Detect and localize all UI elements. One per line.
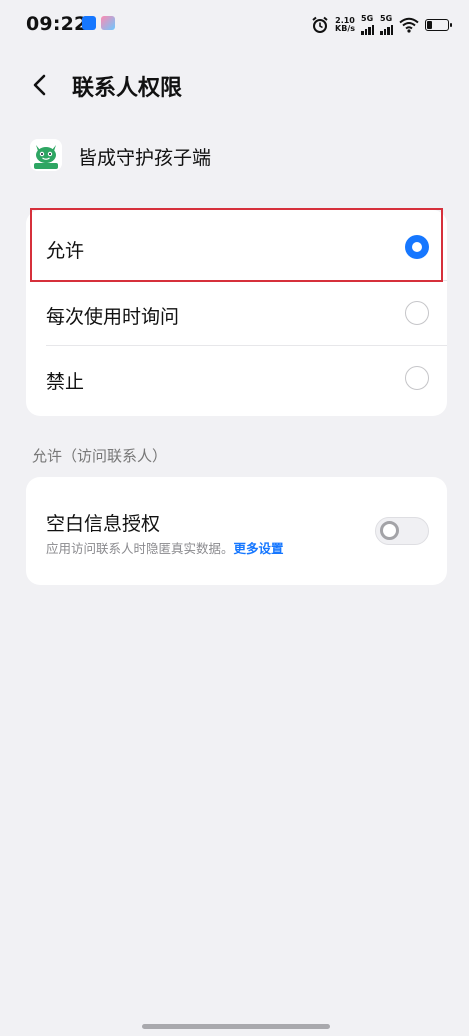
network-speed: 2.10 KB/s: [335, 17, 355, 33]
radio-unselected-icon[interactable]: [405, 366, 429, 390]
back-arrow-icon[interactable]: [28, 72, 54, 98]
option-ask-every-time[interactable]: 每次使用时询问: [26, 280, 447, 346]
blank-info-title: 空白信息授权: [46, 513, 161, 535]
signal-bars-icon-2: [380, 23, 393, 35]
signal-bars-icon: [361, 23, 374, 35]
permission-options-card: 允许 每次使用时询问 禁止: [26, 210, 447, 416]
blank-info-toggle[interactable]: [375, 517, 429, 545]
home-indicator[interactable]: [142, 1024, 330, 1029]
battery-icon: [425, 19, 452, 31]
section-label: 允许（访问联系人）: [32, 447, 168, 465]
network-speed-unit: KB/s: [335, 24, 355, 33]
app-name: 皆成守护孩子端: [78, 147, 212, 169]
blank-info-description-text: 应用访问联系人时隐匿真实数据。: [46, 541, 234, 556]
option-deny[interactable]: 禁止: [26, 345, 447, 411]
blank-info-description: 应用访问联系人时隐匿真实数据。更多设置: [46, 538, 284, 557]
alarm-icon: [312, 16, 328, 33]
network-type-1: 5G: [361, 14, 374, 23]
signal-1: 5G: [361, 15, 374, 35]
page-title: 联系人权限: [72, 76, 183, 101]
option-deny-label: 禁止: [46, 371, 85, 393]
option-allow[interactable]: 允许: [26, 214, 447, 280]
status-indicators: 2.10 KB/s 5G 5G: [311, 14, 452, 36]
status-bar: 09:22 2.10 KB/s 5G 5G: [0, 0, 469, 50]
app-logo-icon: [30, 139, 62, 171]
option-ask-label: 每次使用时询问: [46, 306, 180, 328]
radio-unselected-icon[interactable]: [405, 301, 429, 325]
blank-info-authorization-card[interactable]: 空白信息授权 应用访问联系人时隐匿真实数据。更多设置: [26, 477, 447, 585]
notification-app-icon: [82, 16, 96, 30]
network-type-2: 5G: [380, 14, 393, 23]
signal-2: 5G: [380, 15, 393, 35]
status-time: 09:22: [26, 13, 88, 35]
more-settings-link[interactable]: 更多设置: [234, 541, 284, 556]
radio-selected-icon[interactable]: [405, 235, 429, 259]
toggle-knob: [380, 521, 399, 540]
wifi-icon: [399, 17, 419, 33]
option-allow-label: 允许: [46, 240, 85, 262]
notification-app-icon-2: [101, 16, 115, 30]
